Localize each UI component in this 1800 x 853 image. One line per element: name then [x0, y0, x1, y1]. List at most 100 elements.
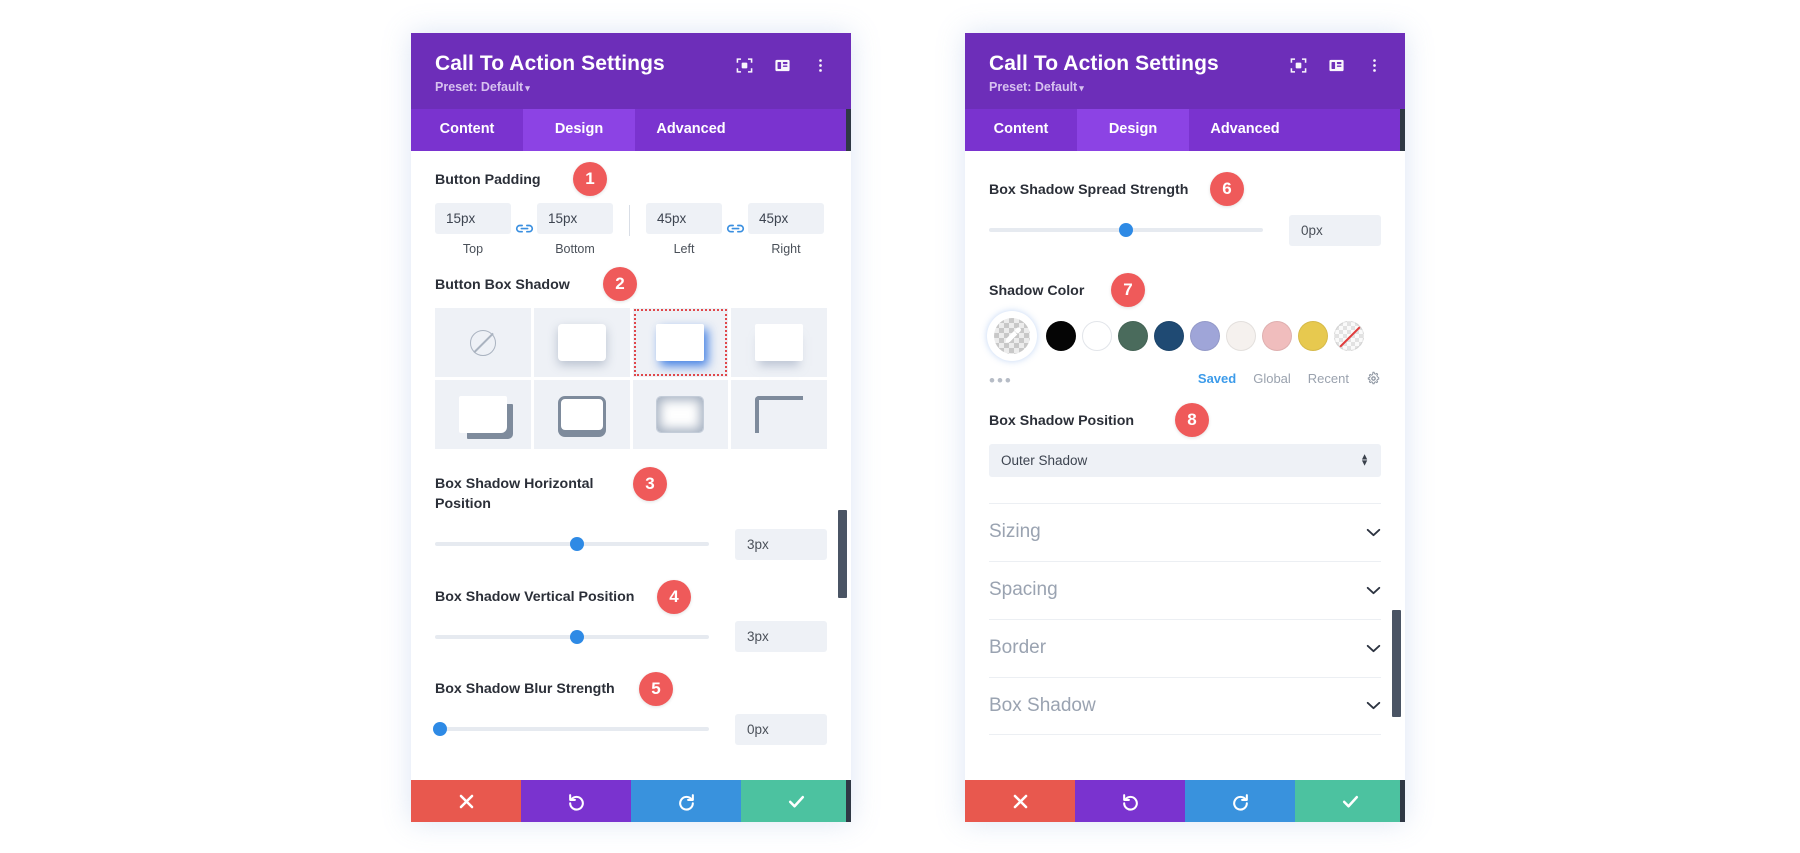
chevron-down-icon	[1366, 528, 1381, 537]
accordion-label-spacing: Spacing	[989, 579, 1058, 601]
accordion-item-box-shadow[interactable]: Box Shadow	[989, 676, 1381, 735]
save-button[interactable]	[1295, 780, 1405, 822]
check-icon	[1342, 795, 1358, 808]
swatch-offwhite[interactable]	[1226, 321, 1256, 352]
tab-advanced[interactable]: Advanced	[1189, 109, 1301, 151]
vertical-position-value[interactable]: 3px	[735, 621, 827, 653]
spread-strength-value[interactable]: 0px	[1289, 214, 1381, 246]
undo-button[interactable]	[1075, 780, 1185, 822]
undo-button[interactable]	[521, 780, 631, 822]
tab-saved-colors[interactable]: Saved	[1198, 371, 1236, 386]
chevron-down-icon: ▾	[525, 83, 530, 94]
scrollbar-track-right[interactable]	[1392, 151, 1403, 780]
button-box-shadow-label: Button Box Shadow	[435, 276, 570, 293]
swatch-green[interactable]	[1118, 321, 1148, 352]
accordion-item-sizing[interactable]: Sizing	[989, 502, 1381, 561]
horizontal-position-slider[interactable]	[435, 534, 709, 554]
gear-icon[interactable]	[1366, 371, 1381, 386]
shadow-preview	[656, 324, 705, 362]
undo-icon	[1122, 793, 1138, 811]
swatch-transparent[interactable]	[1334, 321, 1364, 352]
vertical-position-slider[interactable]	[435, 627, 709, 647]
layout-icon[interactable]	[774, 57, 791, 74]
preset-selector[interactable]: Preset: Default ▾	[435, 80, 827, 94]
slider-knob[interactable]	[1119, 223, 1133, 238]
callout-badge-1: 1	[573, 162, 607, 197]
padding-right-input[interactable]: 45px	[748, 202, 824, 234]
link-icon[interactable]	[722, 222, 748, 236]
spread-strength-slider[interactable]	[989, 220, 1263, 240]
box-shadow-blur-strength-field: Box Shadow Blur Strength 5 0px	[433, 672, 827, 745]
padding-bottom-input[interactable]: 15px	[537, 202, 613, 234]
more-vertical-icon[interactable]	[812, 57, 829, 74]
box-shadow-blur-strength-label: Box Shadow Blur Strength	[435, 681, 615, 698]
tab-recent-colors[interactable]: Recent	[1308, 371, 1349, 386]
preset-top-left-frame[interactable]	[731, 380, 827, 450]
tab-content[interactable]: Content	[411, 109, 523, 151]
tab-global-colors[interactable]: Global	[1253, 371, 1291, 386]
box-shadow-horizontal-position-label: Box Shadow Horizontal Position	[435, 476, 594, 512]
scrollbar-thumb-right[interactable]	[1392, 610, 1401, 718]
box-shadow-position-select[interactable]: Outer Shadow ▲ ▼	[989, 443, 1381, 477]
tab-advanced[interactable]: Advanced	[635, 109, 747, 151]
padding-left-input[interactable]: 45px	[646, 202, 722, 234]
slider-knob[interactable]	[433, 722, 448, 737]
padding-top-input[interactable]: 15px	[435, 202, 511, 234]
redo-button[interactable]	[1185, 780, 1295, 822]
panel-footer-left	[411, 780, 851, 822]
preset-hard-corner[interactable]	[435, 380, 531, 450]
slider-knob[interactable]	[570, 537, 585, 552]
swatch-periwinkle[interactable]	[1190, 321, 1220, 352]
swatch-pink[interactable]	[1262, 321, 1292, 352]
callout-badge-5: 5	[639, 672, 673, 707]
accordion-item-border[interactable]: Border	[989, 618, 1381, 677]
box-shadow-position-field: Box Shadow Position 8 Outer Shadow ▲ ▼	[989, 403, 1381, 477]
focus-icon[interactable]	[1290, 57, 1307, 74]
focus-icon[interactable]	[736, 57, 753, 74]
swatch-black[interactable]	[1046, 321, 1076, 352]
layout-icon[interactable]	[1328, 57, 1345, 74]
scrollbar-thumb-left[interactable]	[838, 509, 847, 598]
shadow-preview	[656, 396, 705, 434]
preset-offset-blue[interactable]	[632, 308, 729, 378]
link-icon[interactable]	[511, 222, 537, 236]
padding-bottom-caption: Bottom	[555, 241, 595, 256]
button-padding-label: Button Padding	[435, 172, 541, 189]
call-to-action-settings-panel-left: Call To Action Settings Preset: Default ▾	[411, 33, 851, 822]
swatch-gold[interactable]	[1298, 321, 1328, 352]
preset-soft-drop[interactable]	[533, 308, 630, 378]
preset-none[interactable]	[435, 308, 531, 378]
padding-left-caption: Left	[673, 241, 695, 256]
swatch-navy[interactable]	[1154, 321, 1184, 352]
callout-badge-3: 3	[633, 467, 667, 502]
color-picker-button[interactable]	[989, 313, 1035, 360]
redo-button[interactable]	[631, 780, 741, 822]
chevron-down-icon	[1366, 702, 1381, 710]
swatch-white[interactable]	[1082, 321, 1112, 352]
preset-inner-glow[interactable]	[632, 380, 729, 450]
blur-strength-value[interactable]: 0px	[735, 713, 827, 745]
chevron-down-icon	[1366, 586, 1381, 595]
cancel-button[interactable]	[411, 780, 521, 822]
tab-design[interactable]: Design	[523, 109, 635, 152]
box-shadow-spread-strength-field: Box Shadow Spread Strength 6 0px	[989, 172, 1381, 246]
blur-strength-slider[interactable]	[433, 719, 709, 739]
preset-outline-bottom[interactable]	[533, 380, 630, 450]
no-shadow-icon	[469, 329, 496, 356]
scrollbar-track-left[interactable]	[838, 151, 849, 780]
save-button[interactable]	[741, 780, 851, 822]
preset-bottom-fade[interactable]	[731, 308, 827, 378]
accordion-item-spacing[interactable]: Spacing	[989, 560, 1381, 619]
preset-selector[interactable]: Preset: Default ▾	[989, 80, 1381, 94]
preset-label: Preset: Default	[435, 80, 524, 95]
horizontal-position-value[interactable]: 3px	[735, 528, 827, 560]
tab-content[interactable]: Content	[965, 109, 1077, 151]
screenshot-stage: Call To Action Settings Preset: Default ▾	[0, 0, 1800, 853]
more-vertical-icon[interactable]	[1366, 57, 1383, 74]
redo-icon	[1232, 793, 1248, 811]
cancel-button[interactable]	[965, 780, 1075, 822]
tab-design[interactable]: Design	[1077, 109, 1189, 152]
accordion-label-border: Border	[989, 637, 1047, 659]
panel-body-right: Box Shadow Spread Strength 6 0px Shadow …	[965, 151, 1405, 780]
slider-knob[interactable]	[570, 629, 585, 644]
